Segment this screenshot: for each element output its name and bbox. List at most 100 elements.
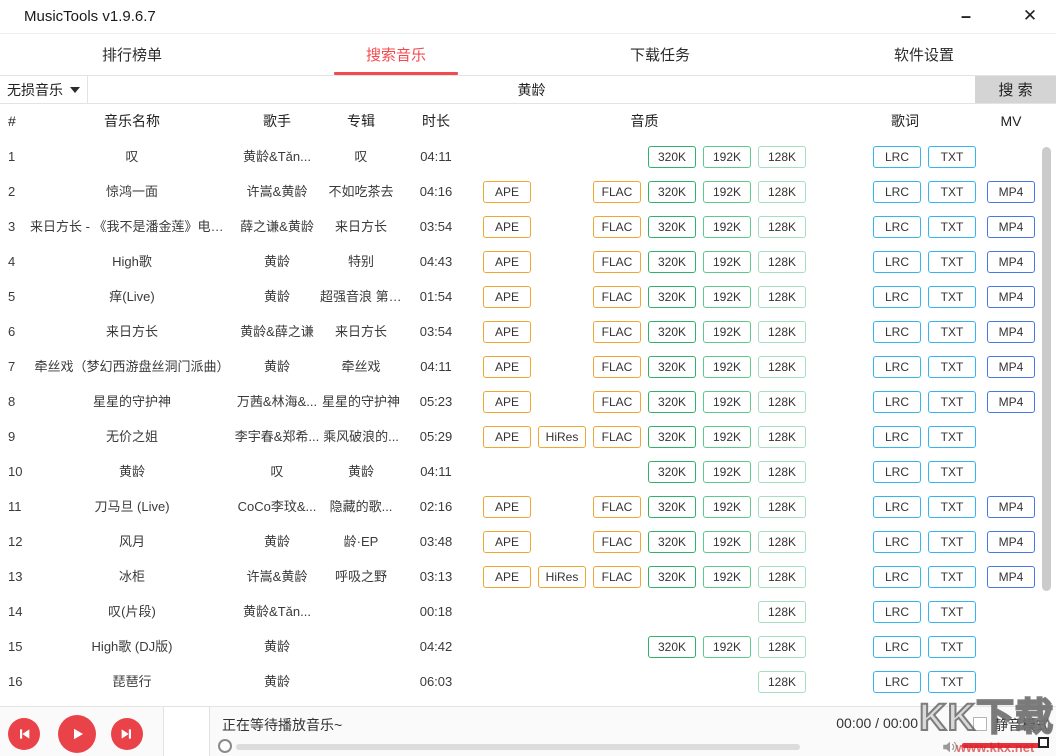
download-128k-button[interactable]: 128K [758,321,806,343]
download-lrc-button[interactable]: LRC [873,566,921,588]
download-192k-button[interactable]: 192K [703,461,751,483]
tab-search[interactable]: 搜索音乐 [264,34,528,75]
download-lrc-button[interactable]: LRC [873,671,921,693]
download-flac-button[interactable]: FLAC [593,216,641,238]
search-button[interactable]: 搜 索 [975,76,1056,103]
download-320k-button[interactable]: 320K [648,251,696,273]
download-320k-button[interactable]: 320K [648,356,696,378]
progress-slider-thumb[interactable] [218,739,232,753]
download-ape-button[interactable]: APE [483,321,531,343]
download-128k-button[interactable]: 128K [758,181,806,203]
download-320k-button[interactable]: 320K [648,461,696,483]
progress-slider-track[interactable] [236,744,800,750]
download-mp4-button[interactable]: MP4 [987,321,1035,343]
download-hires-button[interactable]: HiRes [538,426,586,448]
download-ape-button[interactable]: APE [483,566,531,588]
download-128k-button[interactable]: 128K [758,216,806,238]
download-320k-button[interactable]: 320K [648,286,696,308]
song-row[interactable]: 8星星的守护神万茜&林海&...星星的守护神05:23APEFLAC320K19… [0,384,1056,419]
download-mp4-button[interactable]: MP4 [987,181,1035,203]
download-txt-button[interactable]: TXT [928,426,976,448]
download-txt-button[interactable]: TXT [928,391,976,413]
download-txt-button[interactable]: TXT [928,321,976,343]
volume-slider-track[interactable] [962,743,1046,748]
download-ape-button[interactable]: APE [483,216,531,238]
download-txt-button[interactable]: TXT [928,531,976,553]
tab-download[interactable]: 下载任务 [528,34,792,75]
download-320k-button[interactable]: 320K [648,566,696,588]
download-128k-button[interactable]: 128K [758,671,806,693]
download-320k-button[interactable]: 320K [648,426,696,448]
download-lrc-button[interactable]: LRC [873,531,921,553]
close-button[interactable]: ✕ [1008,0,1052,32]
download-192k-button[interactable]: 192K [703,286,751,308]
song-row[interactable]: 4High歌黄龄特别04:43APEFLAC320K192K128KLRCTXT… [0,244,1056,279]
download-txt-button[interactable]: TXT [928,356,976,378]
song-row[interactable]: 7牵丝戏（梦幻西游盘丝洞门派曲）黄龄牵丝戏04:11APEFLAC320K192… [0,349,1056,384]
download-lrc-button[interactable]: LRC [873,146,921,168]
song-row[interactable]: 9无价之姐李宇春&郑希...乘风破浪的...05:29APEHiResFLAC3… [0,419,1056,454]
download-128k-button[interactable]: 128K [758,356,806,378]
download-128k-button[interactable]: 128K [758,636,806,658]
song-row[interactable]: 3来日方长 - 《我不是潘金莲》电影...薛之谦&黄龄来日方长03:54APEF… [0,209,1056,244]
mute-checkbox[interactable] [973,717,987,731]
download-128k-button[interactable]: 128K [758,146,806,168]
play-button[interactable] [58,715,96,753]
download-lrc-button[interactable]: LRC [873,636,921,658]
download-192k-button[interactable]: 192K [703,496,751,518]
download-192k-button[interactable]: 192K [703,216,751,238]
download-flac-button[interactable]: FLAC [593,251,641,273]
download-ape-button[interactable]: APE [483,251,531,273]
download-ape-button[interactable]: APE [483,391,531,413]
download-192k-button[interactable]: 192K [703,426,751,448]
download-hires-button[interactable]: HiRes [538,566,586,588]
vertical-scrollbar[interactable] [1042,147,1051,591]
download-128k-button[interactable]: 128K [758,531,806,553]
download-lrc-button[interactable]: LRC [873,356,921,378]
download-txt-button[interactable]: TXT [928,216,976,238]
download-lrc-button[interactable]: LRC [873,321,921,343]
download-flac-button[interactable]: FLAC [593,426,641,448]
song-row[interactable]: 10黄龄叹黄龄04:11320K192K128KLRCTXT [0,454,1056,489]
download-txt-button[interactable]: TXT [928,146,976,168]
download-320k-button[interactable]: 320K [648,321,696,343]
song-row[interactable]: 15High歌 (DJ版)黄龄04:42320K192K128KLRCTXT [0,629,1056,664]
download-320k-button[interactable]: 320K [648,636,696,658]
download-lrc-button[interactable]: LRC [873,426,921,448]
download-mp4-button[interactable]: MP4 [987,356,1035,378]
download-128k-button[interactable]: 128K [758,391,806,413]
download-flac-button[interactable]: FLAC [593,181,641,203]
download-lrc-button[interactable]: LRC [873,181,921,203]
download-lrc-button[interactable]: LRC [873,216,921,238]
download-192k-button[interactable]: 192K [703,321,751,343]
search-input[interactable] [88,76,975,103]
song-row[interactable]: 16琵琶行黄龄06:03128KLRCTXT [0,664,1056,699]
song-row[interactable]: 1叹黄龄&Tǎn...叹04:11320K192K128KLRCTXT [0,139,1056,174]
download-192k-button[interactable]: 192K [703,636,751,658]
download-mp4-button[interactable]: MP4 [987,251,1035,273]
download-lrc-button[interactable]: LRC [873,496,921,518]
download-ape-button[interactable]: APE [483,531,531,553]
download-320k-button[interactable]: 320K [648,531,696,553]
download-mp4-button[interactable]: MP4 [987,216,1035,238]
download-192k-button[interactable]: 192K [703,181,751,203]
song-row[interactable]: 6来日方长黄龄&薛之谦来日方长03:54APEFLAC320K192K128KL… [0,314,1056,349]
download-192k-button[interactable]: 192K [703,566,751,588]
download-lrc-button[interactable]: LRC [873,391,921,413]
download-192k-button[interactable]: 192K [703,531,751,553]
download-txt-button[interactable]: TXT [928,286,976,308]
download-320k-button[interactable]: 320K [648,181,696,203]
song-row[interactable]: 5痒(Live)黄龄超强音浪 第4...01:54APEFLAC320K192K… [0,279,1056,314]
download-320k-button[interactable]: 320K [648,216,696,238]
download-ape-button[interactable]: APE [483,426,531,448]
download-128k-button[interactable]: 128K [758,496,806,518]
download-lrc-button[interactable]: LRC [873,251,921,273]
download-320k-button[interactable]: 320K [648,391,696,413]
download-lrc-button[interactable]: LRC [873,461,921,483]
song-row[interactable]: 2惊鸿一面许嵩&黄龄不如吃茶去04:16APEFLAC320K192K128KL… [0,174,1056,209]
download-ape-button[interactable]: APE [483,356,531,378]
next-track-button[interactable] [111,718,143,750]
previous-track-button[interactable] [8,718,40,750]
download-128k-button[interactable]: 128K [758,566,806,588]
download-txt-button[interactable]: TXT [928,496,976,518]
